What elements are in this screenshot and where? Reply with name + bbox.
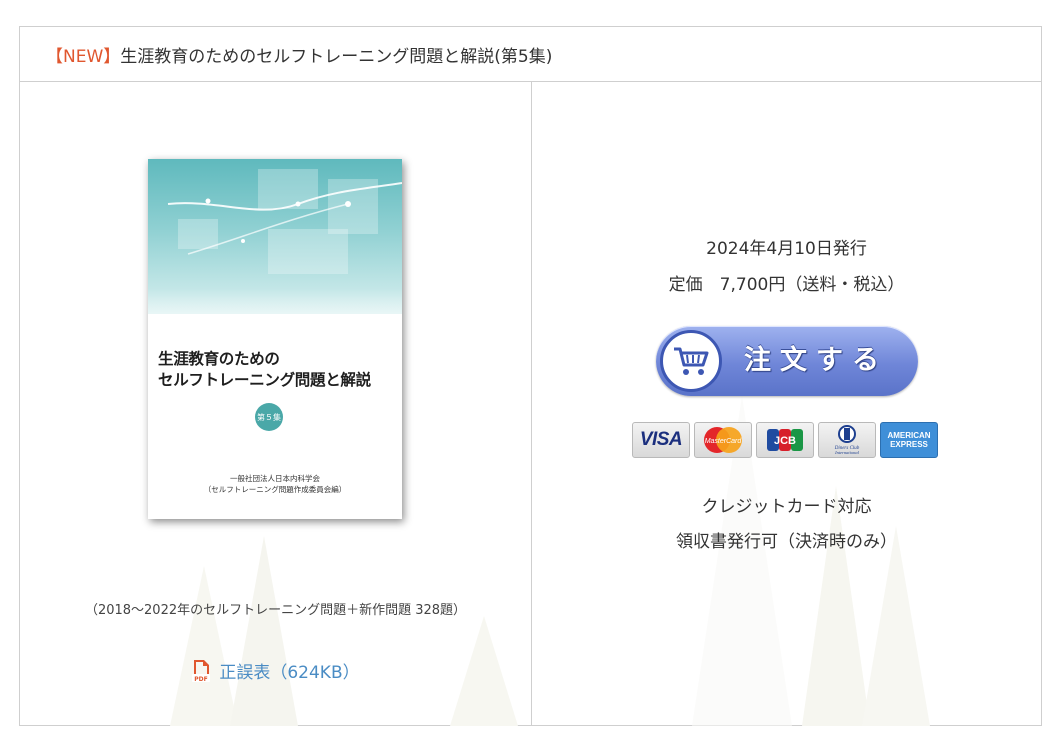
decor-tree [862,526,930,726]
new-tag: 【NEW】 [46,46,121,67]
decor-tree [170,566,238,726]
visa-icon: VISA [632,422,690,458]
american-express-icon: AMERICAN EXPRESS [880,422,938,458]
jcb-icon: JCB [756,422,814,458]
pdf-icon: PDF [192,659,211,683]
order-button-label[interactable]: 注文する [744,326,888,396]
receipt-note: 領収書発行可（決済時のみ） [676,532,897,552]
credit-card-note: クレジットカード対応 [701,497,872,517]
diners-club-icon: Diners Club International [818,422,876,458]
card-logos: VISA MasterCard JCB Diners Club Internat… [632,422,938,458]
price: 定価 7,700円（送料・税込） [668,275,905,295]
product-title: 生涯教育のためのセルフトレーニング問題と解説(第5集) [120,46,553,67]
book-cover: 生涯教育のための セルフトレーニング問題と解説 第５集 一般社団法人日本内科学会… [148,159,402,519]
cover-title: 生涯教育のための セルフトレーニング問題と解説 [158,350,371,389]
svg-text:PDF: PDF [195,676,208,683]
svg-text:JCB: JCB [774,435,796,447]
errata-link[interactable]: PDF 正誤表（624KB） [20,658,531,683]
svg-text:International: International [834,450,859,455]
product-header: 【NEW】 生涯教育のためのセルフトレーニング問題と解説(第5集) [20,27,1041,82]
book-caption: （2018～2022年のセルフトレーニング問題＋新作問題 328題） [84,603,467,618]
product-panel: 【NEW】 生涯教育のためのセルフトレーニング問題と解説(第5集) 生涯教育のた… [19,26,1042,726]
mastercard-icon: MasterCard [694,422,752,458]
volume-badge: 第５集 [255,403,283,431]
errata-label[interactable]: 正誤表（624KB） [219,658,359,683]
cart-icon [660,330,722,392]
svg-text:MasterCard: MasterCard [705,438,743,445]
decor-tree [230,536,298,726]
book-column: 生涯教育のための セルフトレーニング問題と解説 第５集 一般社団法人日本内科学会… [20,82,532,726]
order-button[interactable]: 注文する [656,326,918,396]
decor-tree [802,486,870,726]
issue-date: 2024年4月10日発行 [706,239,867,259]
publisher: 一般社団法人日本内科学会 （セルフトレーニング問題作成委員会編） [203,474,347,494]
purchase-column: 2024年4月10日発行 定価 7,700円（送料・税込） 注文する VISA [532,82,1041,726]
